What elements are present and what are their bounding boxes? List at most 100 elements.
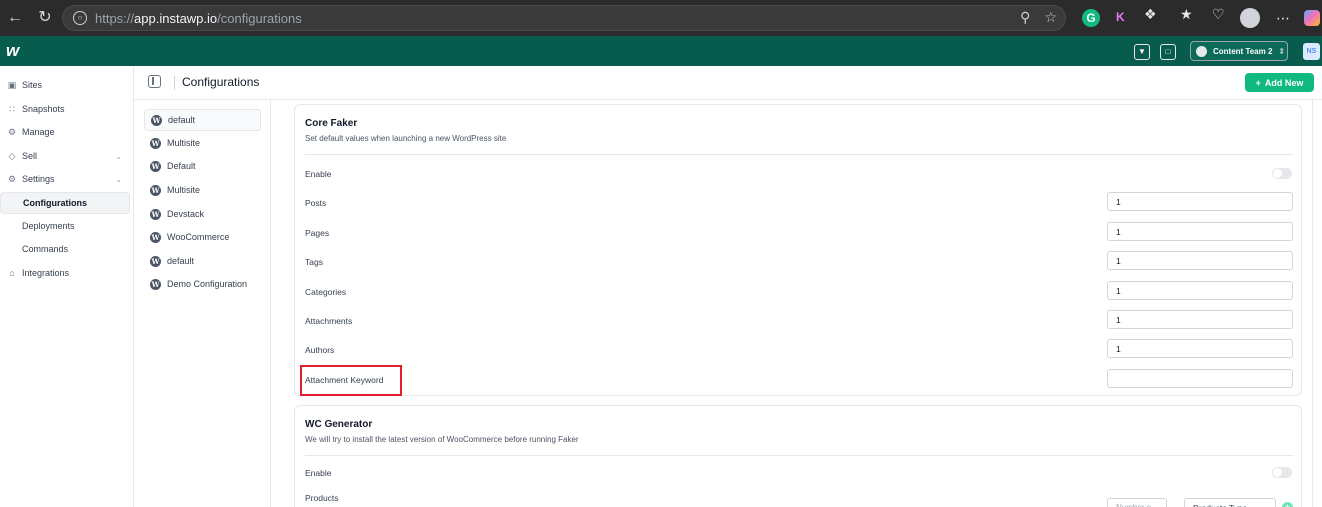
favorite-star-icon[interactable]: ☆ <box>1044 9 1057 26</box>
card-title: Core Faker <box>305 118 358 129</box>
url-prefix: https:// <box>95 10 135 26</box>
sidebar: ▣ Sites ∷ Snapshots ⚙ Manage ◇ Sell ⌄ ⚙ … <box>0 66 134 507</box>
products-number-input[interactable]: Number o... <box>1107 498 1167 507</box>
products-type-select[interactable]: Products Type ⌄ <box>1184 498 1276 507</box>
authors-input[interactable]: 1 <box>1107 339 1293 358</box>
browser-toolbar: ← ↻ ○ https://app.instawp.io/configurati… <box>0 0 1322 36</box>
chevron-down-icon: ⌄ <box>1260 503 1267 507</box>
app-header: w ▼ □ Content Team 2 ⇕ NS <box>0 36 1322 66</box>
scrollbar-track[interactable] <box>1312 100 1313 507</box>
page-title: Configurations <box>182 75 260 89</box>
sell-icon: ◇ <box>8 150 16 161</box>
tags-input[interactable]: 1 <box>1107 251 1293 270</box>
k-extension-icon[interactable]: K <box>1116 10 1125 24</box>
add-new-button[interactable]: + Add New <box>1245 73 1314 92</box>
enable-label: Enable <box>305 169 332 179</box>
refresh-icon[interactable]: ↻ <box>30 0 60 36</box>
sidebar-item-manage[interactable]: ⚙ Manage <box>0 121 130 143</box>
config-item[interactable]: W Multisite <box>144 132 261 154</box>
integrations-icon: ⌂ <box>9 268 15 278</box>
categories-input[interactable]: 1 <box>1107 281 1293 300</box>
attachment-keyword-input[interactable] <box>1107 369 1293 388</box>
card-title: WC Generator <box>305 419 373 430</box>
panel-toggle-icon[interactable] <box>148 75 161 88</box>
instawp-logo[interactable]: w <box>6 41 19 61</box>
url-host: app.instawp.io <box>134 10 218 26</box>
config-item[interactable]: Wdefault <box>144 109 261 131</box>
team-name: Content Team 2 <box>1213 46 1273 56</box>
wordpress-icon: W <box>150 137 161 149</box>
pages-label: Pages <box>305 228 330 238</box>
speaker-icon[interactable]: ▼ <box>1134 44 1150 60</box>
plus-icon: + <box>1255 77 1261 88</box>
config-item[interactable]: W Multisite <box>144 179 261 201</box>
notifications-icon[interactable]: □ <box>1160 44 1176 60</box>
config-item[interactable]: Wdefault <box>144 250 261 272</box>
core-faker-card: Core Faker Set default values when launc… <box>294 104 1302 396</box>
config-item[interactable]: W Devstack <box>144 203 261 225</box>
add-product-icon[interactable]: + <box>1282 502 1293 507</box>
snapshots-icon: ∷ <box>9 103 15 114</box>
back-arrow-icon[interactable]: ← <box>0 0 30 36</box>
wordpress-icon: W <box>151 114 162 126</box>
divider <box>305 455 1293 456</box>
enable-label: Enable <box>305 468 332 478</box>
card-subtitle: We will try to install the latest versio… <box>305 435 579 444</box>
sidebar-item-deployments[interactable]: Deployments <box>0 215 130 237</box>
more-menu-icon[interactable]: ⋯ <box>1276 10 1290 27</box>
lock-icon[interactable]: ○ <box>73 11 87 25</box>
team-icon <box>1196 45 1207 57</box>
chevron-down-icon: ⌄ <box>115 151 122 161</box>
chevron-down-icon: ⌄ <box>115 174 122 184</box>
chevron-updown-icon: ⇕ <box>1278 46 1286 56</box>
config-item[interactable]: W Default <box>144 155 261 177</box>
main-content: Core Faker Set default values when launc… <box>271 100 1322 507</box>
wc-generator-enable-toggle[interactable] <box>1272 467 1292 478</box>
wordpress-icon: W <box>150 255 161 267</box>
posts-label: Posts <box>305 198 327 208</box>
extensions-puzzle-icon[interactable]: ❖ <box>1144 6 1157 23</box>
attachments-label: Attachments <box>305 316 353 326</box>
wc-generator-card: WC Generator We will try to install the … <box>294 405 1302 507</box>
wordpress-icon: W <box>150 184 161 196</box>
core-faker-enable-toggle[interactable] <box>1272 168 1292 179</box>
copilot-icon[interactable] <box>1304 10 1320 26</box>
url-path: /configurations <box>217 10 302 26</box>
sites-icon: ▣ <box>7 79 17 90</box>
profile-avatar[interactable] <box>1240 8 1260 28</box>
user-avatar[interactable]: NS <box>1303 43 1320 60</box>
wordpress-icon: W <box>150 278 161 290</box>
address-bar[interactable]: ○ https://app.instawp.io/configurations … <box>62 5 1066 31</box>
header-divider <box>174 76 175 90</box>
config-item[interactable]: W WooCommerce <box>144 226 261 248</box>
pages-input[interactable]: 1 <box>1107 222 1293 241</box>
sidebar-item-sell[interactable]: ◇ Sell ⌄ <box>0 145 130 167</box>
config-item[interactable]: W Demo Configuration <box>144 273 261 295</box>
sidebar-item-settings[interactable]: ⚙ Settings ⌄ <box>0 168 130 190</box>
wordpress-icon: W <box>150 208 161 220</box>
configuration-list: Wdefault W Multisite W Default W Multisite … <box>134 100 271 507</box>
sidebar-item-snapshots[interactable]: ∷ Snapshots <box>0 98 130 120</box>
posts-input[interactable]: 1 <box>1107 192 1293 211</box>
tags-label: Tags <box>305 257 323 267</box>
team-switcher[interactable]: Content Team 2 ⇕ <box>1190 41 1288 61</box>
sidebar-item-configurations[interactable]: Configurations <box>0 192 130 214</box>
annotation-highlight-box <box>300 365 402 396</box>
sidebar-item-commands[interactable]: Commands <box>0 238 130 260</box>
browser-essentials-icon[interactable]: ♡ <box>1212 6 1225 23</box>
wordpress-icon: W <box>150 231 161 243</box>
authors-label: Authors <box>305 345 335 355</box>
attachments-input[interactable]: 1 <box>1107 310 1293 329</box>
manage-icon: ⚙ <box>7 126 17 137</box>
grammarly-extension-icon[interactable]: G <box>1082 9 1100 27</box>
card-subtitle: Set default values when launching a new … <box>305 134 507 143</box>
categories-label: Categories <box>305 287 347 297</box>
sidebar-item-integrations[interactable]: ⌂ Integrations <box>0 262 130 284</box>
zoom-icon[interactable]: ⚲ <box>1020 9 1030 26</box>
sidebar-item-sites[interactable]: ▣ Sites <box>0 74 130 96</box>
divider <box>305 154 1293 155</box>
wordpress-icon: W <box>150 160 161 172</box>
products-label: Products <box>305 493 339 503</box>
favorites-icon[interactable]: ★ <box>1180 6 1193 23</box>
page-header: Configurations + Add New <box>134 66 1322 100</box>
